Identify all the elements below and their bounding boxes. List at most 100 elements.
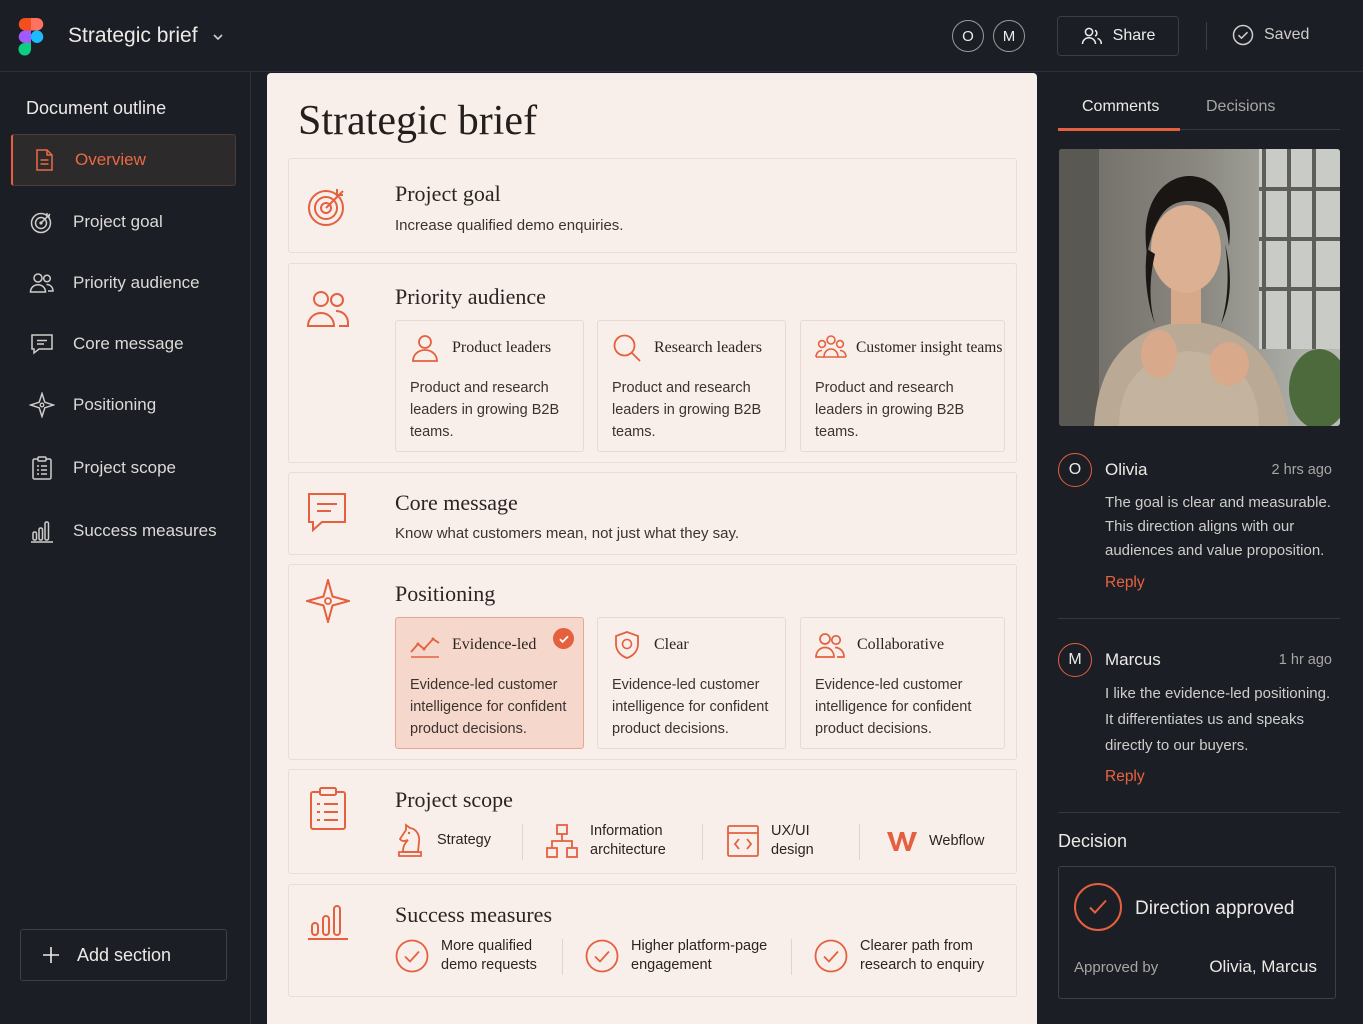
card-title-text: Collaborative bbox=[857, 636, 945, 653]
check-circle-icon bbox=[814, 939, 848, 973]
section-title: Priority audience bbox=[395, 284, 546, 309]
section-success-measures[interactable]: Success measures More qualified demo requ… bbox=[288, 884, 1017, 997]
success-item: Clearer path from research to enquiry bbox=[814, 937, 984, 975]
tab-decisions[interactable]: Decisions bbox=[1206, 98, 1275, 116]
approved-by-label: Approved by bbox=[1074, 959, 1159, 976]
scope-label: Webflow bbox=[929, 832, 985, 849]
scope-label: UX/UI design bbox=[771, 822, 814, 860]
sidebar-item-label: Core message bbox=[73, 334, 184, 353]
section-title: Project goal bbox=[395, 181, 501, 206]
comment-text: I like the evidence-led positioning. It … bbox=[1105, 685, 1331, 754]
avatar[interactable]: O bbox=[952, 20, 984, 52]
card-body: Product and research leaders in growing … bbox=[612, 380, 762, 440]
saved-label: Saved bbox=[1264, 26, 1310, 43]
sidebar-item-project-scope[interactable]: Project scope bbox=[11, 442, 236, 494]
positioning-card-evidence-led[interactable]: Evidence-led Evidence-led customer intel… bbox=[395, 617, 584, 749]
success-label: Clearer path from research to enquiry bbox=[860, 937, 984, 975]
saved-status: Saved bbox=[1232, 24, 1309, 46]
comment-time: 1 hr ago bbox=[1278, 652, 1332, 668]
section-project-goal[interactable]: Project goal Increase qualified demo enq… bbox=[288, 158, 1017, 253]
audience-card-research-leaders[interactable]: Research leaders Product and research le… bbox=[597, 320, 786, 452]
file-title[interactable]: Strategic brief bbox=[68, 24, 198, 48]
avatar: M bbox=[1058, 643, 1092, 677]
scope-label-line: UX/UI bbox=[771, 823, 810, 839]
compass-star-icon bbox=[29, 392, 55, 418]
card-body: Product and research leaders in growing … bbox=[815, 380, 965, 440]
card-title-text: Product leaders bbox=[452, 339, 552, 356]
positioning-card-clear[interactable]: Clear Evidence-led customer intelligence… bbox=[597, 617, 786, 749]
document-title[interactable]: Strategic brief bbox=[298, 97, 537, 145]
scope-item-strategy: Strategy bbox=[395, 822, 491, 858]
sitemap-icon bbox=[546, 824, 578, 858]
clipboard-icon bbox=[310, 787, 346, 830]
divider bbox=[702, 824, 703, 860]
scope-label-line: design bbox=[771, 842, 814, 858]
comment-marcus: M Marcus 1 hr ago I like the evidence-le… bbox=[1058, 643, 1340, 793]
scope-item-webflow: Webflow bbox=[887, 830, 984, 852]
card-title: Research leaders bbox=[612, 333, 762, 363]
scope-label-line: architecture bbox=[590, 842, 666, 858]
scope-item-ux-ui-design: UX/UI design bbox=[727, 822, 814, 860]
reply-link[interactable]: Reply bbox=[1105, 768, 1145, 786]
sidebar-item-overview[interactable]: Overview bbox=[11, 134, 236, 186]
section-text: Know what customers mean, not just what … bbox=[395, 525, 740, 542]
decision-heading: Decision bbox=[1058, 831, 1128, 851]
plus-icon bbox=[43, 947, 59, 963]
users-icon bbox=[306, 291, 349, 327]
section-project-scope[interactable]: Project scope Strategy Information archit… bbox=[288, 769, 1017, 874]
video-thumbnail[interactable] bbox=[1059, 149, 1340, 426]
document-canvas: Strategic brief Project goal Increase qu… bbox=[267, 73, 1037, 1024]
sidebar-item-label: Positioning bbox=[73, 395, 157, 414]
avatar: O bbox=[1058, 453, 1092, 487]
share-button[interactable]: Share bbox=[1057, 16, 1179, 56]
compass-star-icon bbox=[306, 579, 350, 623]
card-title: Clear bbox=[612, 630, 689, 660]
section-positioning[interactable]: Positioning Evidence-led Evidence-led cu… bbox=[288, 564, 1017, 760]
card-title: Product leaders bbox=[410, 333, 551, 363]
section-title: Success measures bbox=[395, 902, 553, 927]
sidebar-item-project-goal[interactable]: Project goal bbox=[11, 196, 236, 248]
group-icon bbox=[815, 335, 847, 358]
section-title: Project scope bbox=[395, 787, 513, 812]
success-label: Higher platform-page engagement bbox=[631, 937, 767, 975]
bar-chart-icon bbox=[308, 905, 348, 940]
reply-link[interactable]: Reply bbox=[1105, 574, 1145, 592]
comment-time: 2 hrs ago bbox=[1271, 462, 1332, 478]
section-title: Core message bbox=[395, 490, 518, 515]
card-title: Evidence-led bbox=[410, 630, 536, 660]
section-core-message[interactable]: Core message Know what customers mean, n… bbox=[288, 472, 1017, 555]
message-icon bbox=[31, 334, 53, 355]
add-section-button[interactable]: Add section bbox=[20, 929, 227, 981]
audience-card-customer-insight-teams[interactable]: Customer insight teams Product and resea… bbox=[800, 320, 1005, 452]
card-title: Customer insight teams bbox=[815, 333, 1002, 363]
chess-knight-icon bbox=[398, 823, 422, 857]
webflow-logo-icon bbox=[887, 832, 917, 851]
divider bbox=[791, 939, 792, 975]
sidebar-item-label: Project scope bbox=[73, 458, 176, 477]
card-body: Evidence-led customer intelligence for c… bbox=[815, 677, 972, 737]
sidebar-item-label: Priority audience bbox=[73, 273, 200, 292]
person-icon bbox=[412, 335, 438, 362]
card-body: Evidence-led customer intelligence for c… bbox=[410, 677, 567, 737]
sidebar-item-positioning[interactable]: Positioning bbox=[11, 379, 236, 431]
chevron-down-icon[interactable] bbox=[211, 30, 225, 44]
section-priority-audience[interactable]: Priority audience Product leaders Produc… bbox=[288, 263, 1017, 463]
avatar[interactable]: M bbox=[993, 20, 1025, 52]
check-circle-icon bbox=[585, 939, 619, 973]
card-title: Collaborative bbox=[815, 630, 944, 660]
top-bar: Strategic brief O M Share Saved bbox=[0, 0, 1363, 72]
sidebar-item-core-message[interactable]: Core message bbox=[11, 318, 236, 370]
comment-text: The goal is clear and measurable. This d… bbox=[1105, 494, 1331, 559]
sidebar-item-success-measures[interactable]: Success measures bbox=[11, 505, 236, 557]
figma-logo-icon[interactable] bbox=[18, 18, 44, 56]
sidebar-item-priority-audience[interactable]: Priority audience bbox=[11, 257, 236, 309]
trend-line-icon bbox=[410, 637, 440, 658]
audience-card-product-leaders[interactable]: Product leaders Product and research lea… bbox=[395, 320, 584, 452]
share-users-icon bbox=[1081, 27, 1102, 45]
divider bbox=[859, 824, 860, 860]
tab-comments[interactable]: Comments bbox=[1082, 98, 1159, 116]
comment-author: Olivia bbox=[1105, 460, 1148, 479]
success-item: Higher platform-page engagement bbox=[585, 937, 767, 975]
positioning-card-collaborative[interactable]: Collaborative Evidence-led customer inte… bbox=[800, 617, 1005, 749]
success-label-line: Higher platform-page bbox=[631, 938, 768, 954]
